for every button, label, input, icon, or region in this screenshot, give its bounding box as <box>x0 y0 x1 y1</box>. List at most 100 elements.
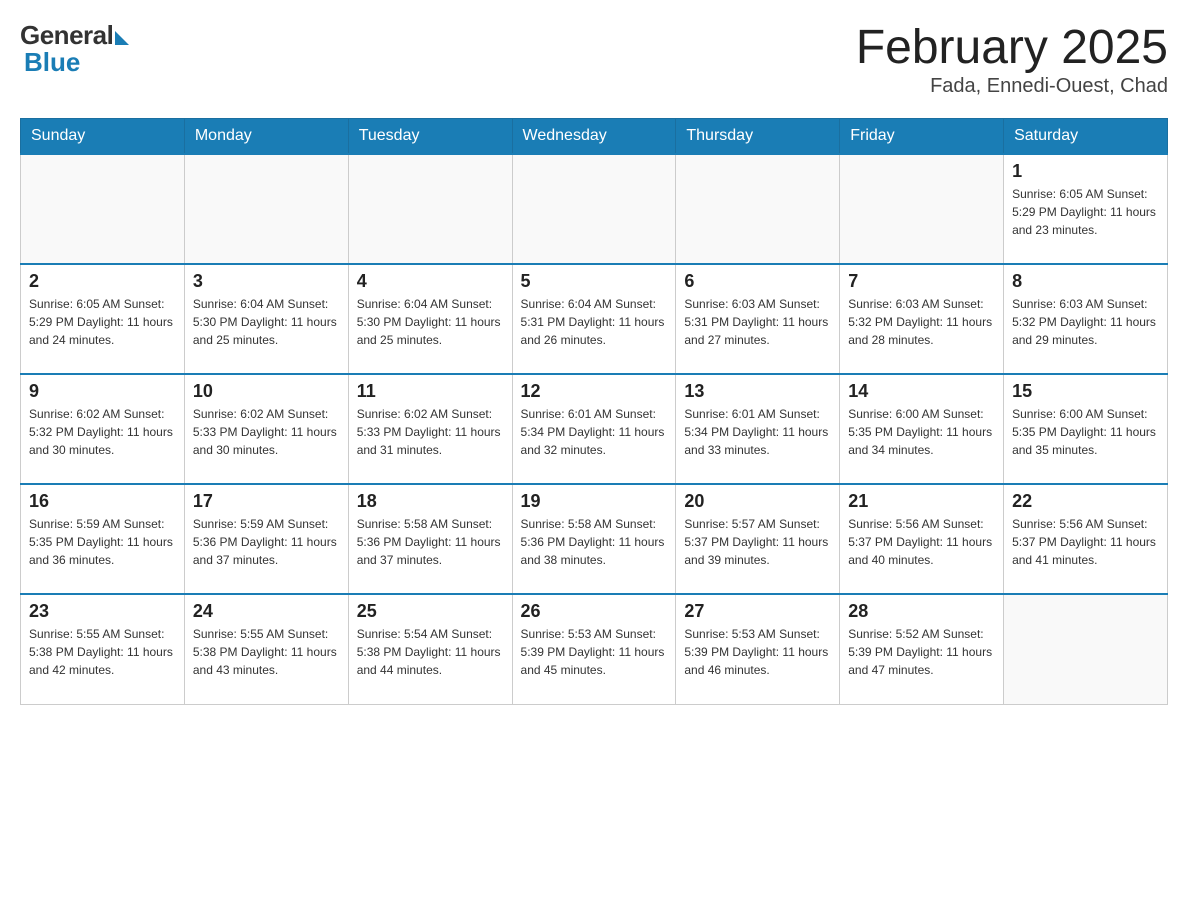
calendar-cell: 5 Sunrise: 6:04 AM Sunset: 5:31 PM Daylig… <box>512 264 676 374</box>
calendar-cell: 27 Sunrise: 5:53 AM Sunset: 5:39 PM Dayli… <box>676 594 840 704</box>
location: Fada, Ennedi-Ouest, Chad <box>856 75 1168 98</box>
day-number: 10 <box>193 381 340 402</box>
weekday-header-row: SundayMondayTuesdayWednesdayThursdayFrid… <box>21 119 1168 155</box>
title-block: February 2025 Fada, Ennedi-Ouest, Chad <box>856 20 1168 98</box>
day-number: 21 <box>848 491 995 512</box>
calendar-cell: 4 Sunrise: 6:04 AM Sunset: 5:30 PM Daylig… <box>348 264 512 374</box>
calendar-cell: 17 Sunrise: 5:59 AM Sunset: 5:36 PM Dayli… <box>184 484 348 594</box>
day-info: Sunrise: 6:03 AM Sunset: 5:32 PM Dayligh… <box>1012 295 1159 349</box>
page-header: General Blue February 2025 Fada, Ennedi-… <box>20 20 1168 98</box>
day-info: Sunrise: 6:05 AM Sunset: 5:29 PM Dayligh… <box>29 295 176 349</box>
day-number: 27 <box>684 601 831 622</box>
day-number: 18 <box>357 491 504 512</box>
calendar-cell <box>512 154 676 264</box>
day-number: 22 <box>1012 491 1159 512</box>
week-row-1: 1 Sunrise: 6:05 AM Sunset: 5:29 PM Daylig… <box>21 154 1168 264</box>
day-info: Sunrise: 6:02 AM Sunset: 5:33 PM Dayligh… <box>193 405 340 459</box>
weekday-header-saturday: Saturday <box>1004 119 1168 155</box>
calendar-cell: 16Sunrise: 5:59 AM Sunset: 5:35 PM Dayli… <box>21 484 185 594</box>
day-number: 23 <box>29 601 176 622</box>
calendar-cell: 2 Sunrise: 6:05 AM Sunset: 5:29 PM Daylig… <box>21 264 185 374</box>
calendar-cell: 7Sunrise: 6:03 AM Sunset: 5:32 PM Daylig… <box>840 264 1004 374</box>
day-info: Sunrise: 5:59 AM Sunset: 5:35 PM Dayligh… <box>29 515 176 569</box>
logo: General Blue <box>20 20 129 78</box>
calendar-cell: 9 Sunrise: 6:02 AM Sunset: 5:32 PM Daylig… <box>21 374 185 484</box>
calendar-cell: 25Sunrise: 5:54 AM Sunset: 5:38 PM Dayli… <box>348 594 512 704</box>
calendar-cell: 10 Sunrise: 6:02 AM Sunset: 5:33 PM Dayli… <box>184 374 348 484</box>
day-number: 9 <box>29 381 176 402</box>
calendar-cell <box>184 154 348 264</box>
calendar-cell: 14 Sunrise: 6:00 AM Sunset: 5:35 PM Dayli… <box>840 374 1004 484</box>
day-info: Sunrise: 5:55 AM Sunset: 5:38 PM Dayligh… <box>29 625 176 679</box>
day-info: Sunrise: 5:58 AM Sunset: 5:36 PM Dayligh… <box>357 515 504 569</box>
weekday-header-thursday: Thursday <box>676 119 840 155</box>
day-number: 2 <box>29 271 176 292</box>
calendar-cell: 18 Sunrise: 5:58 AM Sunset: 5:36 PM Dayli… <box>348 484 512 594</box>
week-row-3: 9 Sunrise: 6:02 AM Sunset: 5:32 PM Daylig… <box>21 374 1168 484</box>
calendar-cell: 28 Sunrise: 5:52 AM Sunset: 5:39 PM Dayli… <box>840 594 1004 704</box>
weekday-header-tuesday: Tuesday <box>348 119 512 155</box>
weekday-header-wednesday: Wednesday <box>512 119 676 155</box>
day-info: Sunrise: 5:52 AM Sunset: 5:39 PM Dayligh… <box>848 625 995 679</box>
week-row-5: 23 Sunrise: 5:55 AM Sunset: 5:38 PM Dayli… <box>21 594 1168 704</box>
day-info: Sunrise: 5:53 AM Sunset: 5:39 PM Dayligh… <box>684 625 831 679</box>
calendar-cell: 20Sunrise: 5:57 AM Sunset: 5:37 PM Dayli… <box>676 484 840 594</box>
calendar-cell: 1 Sunrise: 6:05 AM Sunset: 5:29 PM Daylig… <box>1004 154 1168 264</box>
day-info: Sunrise: 5:53 AM Sunset: 5:39 PM Dayligh… <box>521 625 668 679</box>
calendar-cell <box>1004 594 1168 704</box>
day-number: 6 <box>684 271 831 292</box>
calendar-cell <box>840 154 1004 264</box>
day-info: Sunrise: 6:04 AM Sunset: 5:30 PM Dayligh… <box>357 295 504 349</box>
day-number: 1 <box>1012 161 1159 182</box>
day-info: Sunrise: 5:54 AM Sunset: 5:38 PM Dayligh… <box>357 625 504 679</box>
day-info: Sunrise: 6:01 AM Sunset: 5:34 PM Dayligh… <box>521 405 668 459</box>
weekday-header-sunday: Sunday <box>21 119 185 155</box>
logo-blue-text: Blue <box>20 47 129 78</box>
day-number: 3 <box>193 271 340 292</box>
day-info: Sunrise: 6:02 AM Sunset: 5:33 PM Dayligh… <box>357 405 504 459</box>
logo-arrow-icon <box>115 31 129 45</box>
day-info: Sunrise: 6:05 AM Sunset: 5:29 PM Dayligh… <box>1012 185 1159 239</box>
calendar-cell <box>21 154 185 264</box>
day-number: 17 <box>193 491 340 512</box>
calendar-table: SundayMondayTuesdayWednesdayThursdayFrid… <box>20 118 1168 705</box>
week-row-2: 2 Sunrise: 6:05 AM Sunset: 5:29 PM Daylig… <box>21 264 1168 374</box>
day-number: 7 <box>848 271 995 292</box>
calendar-cell: 11 Sunrise: 6:02 AM Sunset: 5:33 PM Dayli… <box>348 374 512 484</box>
weekday-header-friday: Friday <box>840 119 1004 155</box>
calendar-cell: 8Sunrise: 6:03 AM Sunset: 5:32 PM Daylig… <box>1004 264 1168 374</box>
calendar-cell: 22Sunrise: 5:56 AM Sunset: 5:37 PM Dayli… <box>1004 484 1168 594</box>
day-number: 15 <box>1012 381 1159 402</box>
day-number: 12 <box>521 381 668 402</box>
month-title: February 2025 <box>856 20 1168 75</box>
day-number: 28 <box>848 601 995 622</box>
day-number: 13 <box>684 381 831 402</box>
week-row-4: 16Sunrise: 5:59 AM Sunset: 5:35 PM Dayli… <box>21 484 1168 594</box>
day-number: 4 <box>357 271 504 292</box>
day-info: Sunrise: 5:59 AM Sunset: 5:36 PM Dayligh… <box>193 515 340 569</box>
calendar-cell: 3 Sunrise: 6:04 AM Sunset: 5:30 PM Daylig… <box>184 264 348 374</box>
day-info: Sunrise: 6:03 AM Sunset: 5:31 PM Dayligh… <box>684 295 831 349</box>
day-info: Sunrise: 6:04 AM Sunset: 5:30 PM Dayligh… <box>193 295 340 349</box>
day-info: Sunrise: 5:58 AM Sunset: 5:36 PM Dayligh… <box>521 515 668 569</box>
day-info: Sunrise: 5:57 AM Sunset: 5:37 PM Dayligh… <box>684 515 831 569</box>
day-number: 5 <box>521 271 668 292</box>
calendar-cell: 21 Sunrise: 5:56 AM Sunset: 5:37 PM Dayli… <box>840 484 1004 594</box>
day-info: Sunrise: 6:02 AM Sunset: 5:32 PM Dayligh… <box>29 405 176 459</box>
day-number: 19 <box>521 491 668 512</box>
calendar-cell: 12 Sunrise: 6:01 AM Sunset: 5:34 PM Dayli… <box>512 374 676 484</box>
calendar-cell <box>348 154 512 264</box>
day-number: 11 <box>357 381 504 402</box>
day-info: Sunrise: 6:04 AM Sunset: 5:31 PM Dayligh… <box>521 295 668 349</box>
calendar-cell: 13Sunrise: 6:01 AM Sunset: 5:34 PM Dayli… <box>676 374 840 484</box>
calendar-cell: 24 Sunrise: 5:55 AM Sunset: 5:38 PM Dayli… <box>184 594 348 704</box>
day-info: Sunrise: 5:56 AM Sunset: 5:37 PM Dayligh… <box>848 515 995 569</box>
calendar-cell: 26Sunrise: 5:53 AM Sunset: 5:39 PM Dayli… <box>512 594 676 704</box>
calendar-cell <box>676 154 840 264</box>
day-number: 24 <box>193 601 340 622</box>
day-info: Sunrise: 6:00 AM Sunset: 5:35 PM Dayligh… <box>848 405 995 459</box>
calendar-cell: 15Sunrise: 6:00 AM Sunset: 5:35 PM Dayli… <box>1004 374 1168 484</box>
weekday-header-monday: Monday <box>184 119 348 155</box>
day-info: Sunrise: 5:55 AM Sunset: 5:38 PM Dayligh… <box>193 625 340 679</box>
day-number: 14 <box>848 381 995 402</box>
